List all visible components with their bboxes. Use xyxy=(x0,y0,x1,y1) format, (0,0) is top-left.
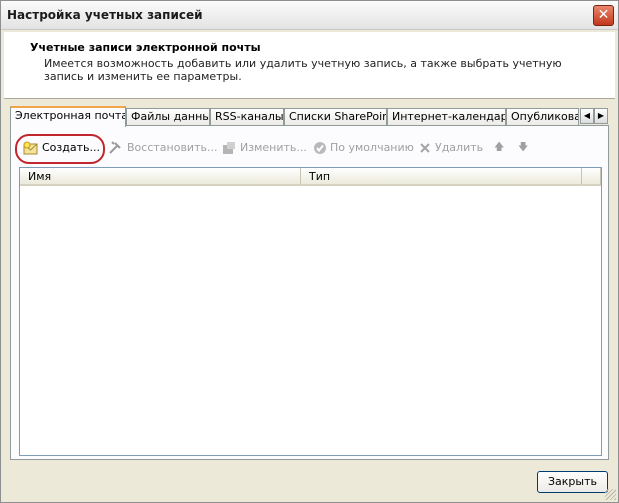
tab-scroll-left-icon[interactable]: ◀ xyxy=(580,108,594,124)
remove-button[interactable]: Удалить xyxy=(418,139,483,157)
header-area: Учетные записи электронной почты Имеется… xyxy=(4,32,615,99)
tab-internet-calendars[interactable]: Интернет-календари xyxy=(387,108,506,125)
account-toolbar: Создать... Восстановить... Изменить... П… xyxy=(11,126,608,168)
column-header-name[interactable]: Имя xyxy=(20,168,301,186)
window-close-button[interactable]: ✕ xyxy=(593,5,614,26)
tab-email[interactable]: Электронная почта xyxy=(10,106,126,127)
remove-label: Удалить xyxy=(435,141,484,154)
change-button[interactable]: Изменить... xyxy=(221,139,307,157)
checkmark-icon xyxy=(314,142,326,154)
tab-sharepoint-lists[interactable]: Списки SharePoint xyxy=(284,108,387,125)
new-account-button[interactable]: Создать... xyxy=(23,139,100,157)
tab-published-calendars[interactable]: Опубликованные календари xyxy=(506,108,579,125)
tab-scroll-right-icon[interactable]: ▶ xyxy=(594,108,608,124)
header-description: Имеется возможность добавить или удалить… xyxy=(44,57,562,83)
window-title: Настройка учетных записей xyxy=(7,8,203,22)
accounts-list[interactable]: Имя Тип xyxy=(19,167,602,456)
title-bar[interactable]: Настройка учетных записей ✕ xyxy=(1,1,618,30)
tab-rss-feeds[interactable]: RSS-каналы xyxy=(210,108,284,125)
resize-grip-icon[interactable] xyxy=(605,489,616,500)
wrench-icon xyxy=(109,141,121,154)
column-header-type[interactable]: Тип xyxy=(301,168,582,186)
tab-strip: Электронная почта Файлы данных RSS-канал… xyxy=(10,106,608,127)
account-settings-window: Настройка учетных записей ✕ Учетные запи… xyxy=(0,0,619,503)
new-account-icon xyxy=(23,141,38,155)
new-account-label: Создать... xyxy=(42,141,100,154)
tab-data-files[interactable]: Файлы данных xyxy=(126,108,210,125)
delete-x-icon xyxy=(420,143,430,153)
set-default-label: По умолчанию xyxy=(330,141,414,154)
list-header: Имя Тип xyxy=(20,168,601,186)
column-header-filler xyxy=(582,168,601,186)
email-tab-panel: Создать... Восстановить... Изменить... П… xyxy=(10,125,609,460)
repair-label: Восстановить... xyxy=(127,141,218,154)
change-label: Изменить... xyxy=(240,141,307,154)
move-down-icon[interactable]: 🡇 xyxy=(518,139,528,157)
repair-button[interactable]: Восстановить... xyxy=(108,139,217,157)
move-up-icon[interactable]: 🡅 xyxy=(494,139,504,157)
set-default-button[interactable]: По умолчанию xyxy=(313,139,414,157)
close-dialog-button[interactable]: Закрыть xyxy=(537,471,608,493)
header-title: Учетные записи электронной почты xyxy=(30,41,261,54)
change-icon xyxy=(223,142,235,154)
